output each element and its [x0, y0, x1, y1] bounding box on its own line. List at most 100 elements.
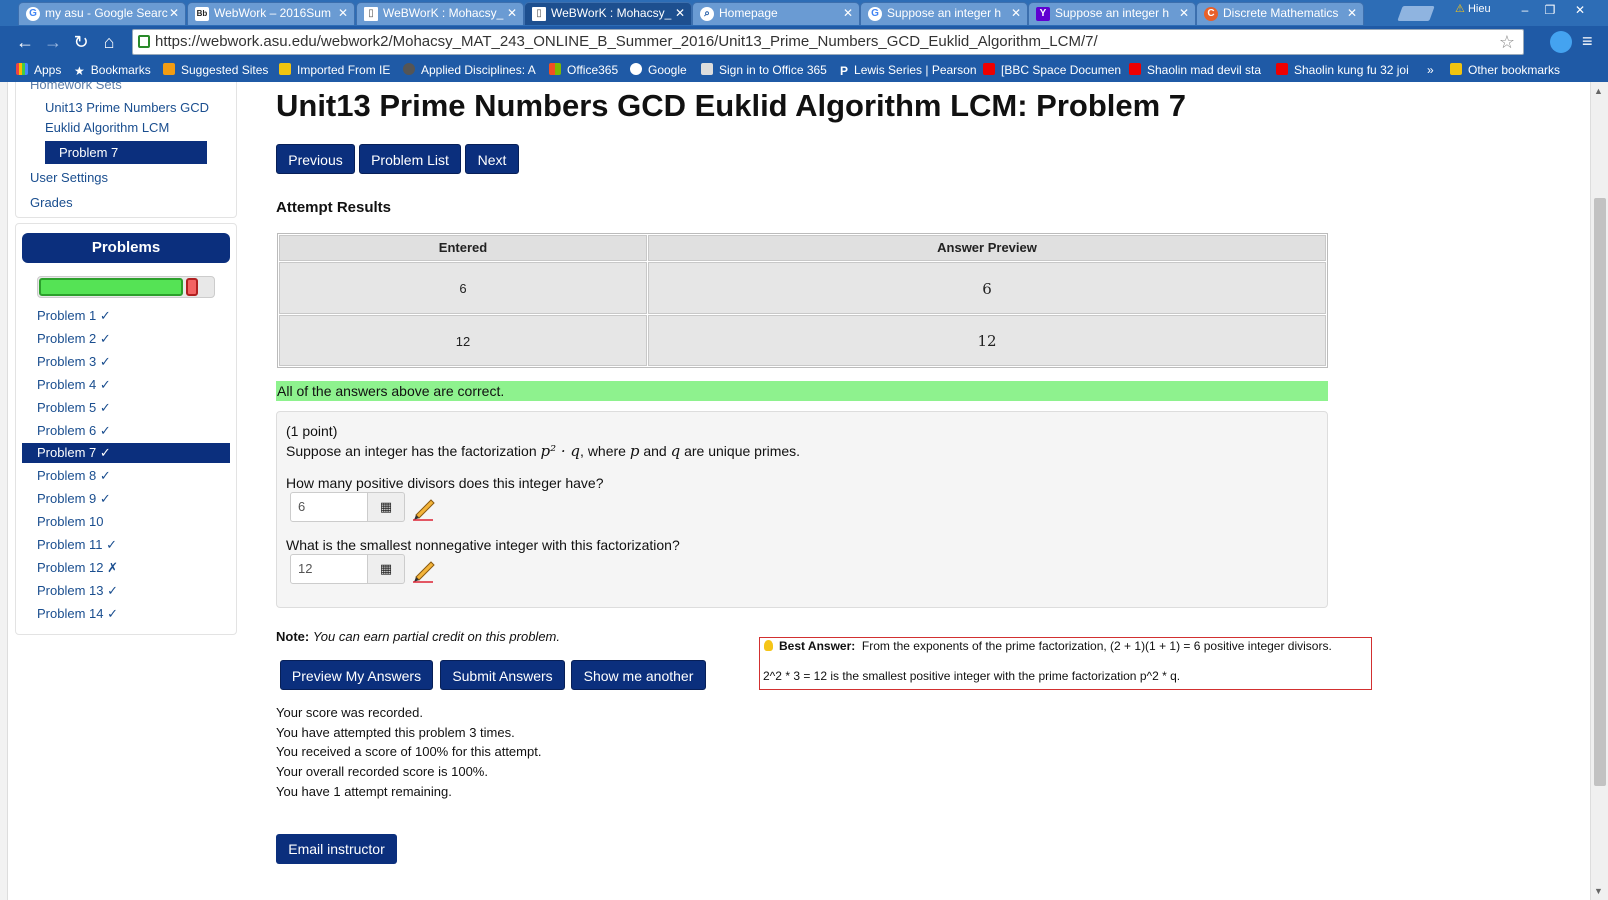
status-line: You have 1 attempt remaining. — [276, 783, 452, 799]
close-icon[interactable]: ✕ — [507, 3, 517, 24]
problem-list-item[interactable]: Problem 10 — [37, 512, 103, 532]
problem-list-item[interactable]: Problem 4 ✓ — [37, 375, 111, 395]
scroll-down-icon[interactable]: ▼ — [1594, 886, 1603, 896]
preview-cell: 12 — [648, 315, 1326, 366]
email-instructor-button[interactable]: Email instructor — [276, 834, 397, 864]
bookmark-label: Office365 — [567, 63, 619, 77]
bookmark-label: Shaolin kung fu 32 joi — [1294, 63, 1409, 77]
home-icon[interactable]: ⌂ — [98, 31, 120, 53]
browser-tab[interactable]: Bb WebWork – 2016Sum ✕ — [187, 2, 355, 25]
profile-button[interactable]: ⚠ Hieu — [1455, 2, 1491, 15]
preview-answers-button[interactable]: Preview My Answers — [280, 660, 433, 690]
bookmark-office365[interactable]: Office365 — [549, 61, 618, 79]
close-icon[interactable]: ✕ — [1011, 3, 1021, 24]
bookmark-shaolin-2[interactable]: Shaolin kung fu 32 joi — [1276, 61, 1409, 79]
close-icon[interactable]: ✕ — [1179, 3, 1189, 24]
close-icon[interactable]: ✕ — [843, 3, 853, 24]
bookmark-suggested-sites[interactable]: Suggested Sites — [163, 61, 268, 79]
problem-list-item[interactable]: Problem 7 ✓ — [22, 443, 230, 464]
bookmark-other[interactable]: Other bookmarks — [1450, 61, 1560, 79]
close-icon[interactable]: ✕ — [1347, 3, 1357, 24]
pencil-icon — [413, 499, 435, 521]
equation-editor-button[interactable]: ▦ — [368, 492, 405, 522]
sidebar-current-problem[interactable]: Problem 7 — [45, 141, 207, 164]
problem-list-item[interactable]: Problem 3 ✓ — [37, 352, 111, 372]
warning-icon: ⚠ — [1455, 3, 1465, 15]
note-text: You can earn partial credit on this prob… — [312, 629, 560, 644]
bookmark-label: Apps — [34, 63, 62, 77]
problem-list-item[interactable]: Problem 11 ✓ — [37, 535, 117, 555]
note-label: Note: — [276, 629, 310, 644]
grid-icon: ▦ — [379, 499, 393, 514]
browser-tab[interactable]: Gmy asu - Google Searc ✕ — [18, 2, 186, 25]
window-close-icon[interactable]: ✕ — [1568, 2, 1592, 20]
bookmark-label: Imported From IE — [297, 63, 391, 77]
bookmark-apps[interactable]: Apps — [16, 61, 61, 79]
reload-icon[interactable]: ↻ — [70, 31, 92, 53]
bookmark-shaolin-1[interactable]: Shaolin mad devil sta — [1129, 61, 1261, 79]
entered-cell: 6 — [279, 262, 647, 314]
problem-list-button[interactable]: Problem List — [359, 144, 461, 174]
lock-icon — [138, 35, 150, 48]
star-icon[interactable]: ☆ — [1499, 30, 1515, 54]
back-icon[interactable]: ← — [14, 31, 36, 53]
show-another-button[interactable]: Show me another — [571, 660, 706, 690]
sidebar-grades[interactable]: Grades — [30, 193, 73, 213]
statement-text: , where — [580, 443, 630, 459]
browser-tab[interactable]: C Discrete Mathematics ✕ — [1196, 2, 1364, 25]
var-q: q — [670, 442, 681, 460]
bookmark-imported[interactable]: Imported From IE — [279, 61, 390, 79]
lightbulb-icon — [764, 640, 773, 651]
bookmark-pearson[interactable]: P Lewis Series | Pearson — [840, 61, 977, 79]
bookmark-bookmarks[interactable]: ★ Bookmarks — [74, 61, 151, 79]
close-icon[interactable]: ✕ — [169, 3, 179, 24]
extension-icon[interactable] — [1550, 31, 1572, 53]
new-tab-button[interactable] — [1397, 6, 1435, 21]
tab-title: WebWork – 2016Sum — [214, 6, 331, 20]
sidebar-set-name[interactable]: Unit13 Prime Numbers GCD Euklid Algorithm… — [45, 98, 209, 138]
tab-title: Suppose an integer h — [887, 6, 1002, 20]
problem-list-item[interactable]: Problem 2 ✓ — [37, 329, 111, 349]
forward-icon[interactable]: → — [42, 31, 64, 53]
best-answer-label: Best Answer: — [779, 639, 856, 653]
sidebar-user-settings[interactable]: User Settings — [30, 168, 108, 188]
scroll-up-icon[interactable]: ▲ — [1594, 86, 1603, 96]
browser-tab[interactable]: ⌕ Homepage ✕ — [692, 2, 860, 25]
problem-list-item[interactable]: Problem 13 ✓ — [37, 581, 118, 601]
bookmarks-overflow-button[interactable]: » — [1427, 61, 1434, 79]
bookmark-label: Sign in to Office 365 — [719, 63, 827, 77]
restore-icon[interactable]: ❐ — [1538, 2, 1562, 20]
bookmark-google[interactable]: Google — [630, 61, 687, 79]
problem-list-item[interactable]: Problem 5 ✓ — [37, 398, 111, 418]
problem-list-item[interactable]: Problem 1 ✓ — [37, 306, 111, 326]
previous-button[interactable]: Previous — [276, 144, 355, 174]
close-icon[interactable]: ✕ — [675, 3, 685, 24]
minimize-icon[interactable]: – — [1513, 2, 1537, 20]
equation-editor-button[interactable]: ▦ — [368, 554, 405, 584]
bookmark-signin-office[interactable]: Sign in to Office 365 — [701, 61, 827, 79]
next-button[interactable]: Next — [465, 144, 519, 174]
problem-list-item[interactable]: Problem 6 ✓ — [37, 421, 111, 441]
youtube-icon — [1129, 63, 1141, 75]
sidebar-homework-sets[interactable]: Homework Sets — [30, 82, 122, 95]
close-icon[interactable]: ✕ — [338, 3, 348, 24]
bookmark-bbc[interactable]: [BBC Space Documen — [983, 61, 1121, 79]
browser-tab[interactable]: G Suppose an integer h ✕ — [860, 2, 1028, 25]
bookmark-applied[interactable]: Applied Disciplines: A — [403, 61, 536, 79]
answer-1-input[interactable]: 6 — [290, 492, 368, 522]
address-bar[interactable]: https://webwork.asu.edu/webwork2/Mohacsy… — [132, 29, 1524, 55]
menu-icon[interactable]: ≡ — [1582, 31, 1593, 52]
problem-list-item[interactable]: Problem 14 ✓ — [37, 604, 118, 624]
answer-2-input[interactable]: 12 — [290, 554, 368, 584]
browser-tab[interactable]: ▯ WeBWorK : Mohacsy_ ✕ — [356, 2, 524, 25]
browser-tab[interactable]: Y Suppose an integer h ✕ — [1028, 2, 1196, 25]
page-scrollbar[interactable]: ▲ ▼ — [1590, 82, 1608, 900]
best-answer-text: From the exponents of the prime factoriz… — [861, 639, 1332, 653]
browser-tab-active[interactable]: ▯ WeBWorK : Mohacsy_ ✕ — [524, 2, 692, 25]
scroll-thumb[interactable] — [1594, 198, 1606, 786]
problem-list-item[interactable]: Problem 9 ✓ — [37, 489, 111, 509]
progress-bar — [37, 276, 215, 298]
problem-list-item[interactable]: Problem 8 ✓ — [37, 466, 111, 486]
submit-answers-button[interactable]: Submit Answers — [440, 660, 565, 690]
problem-list-item[interactable]: Problem 12 ✗ — [37, 558, 118, 578]
